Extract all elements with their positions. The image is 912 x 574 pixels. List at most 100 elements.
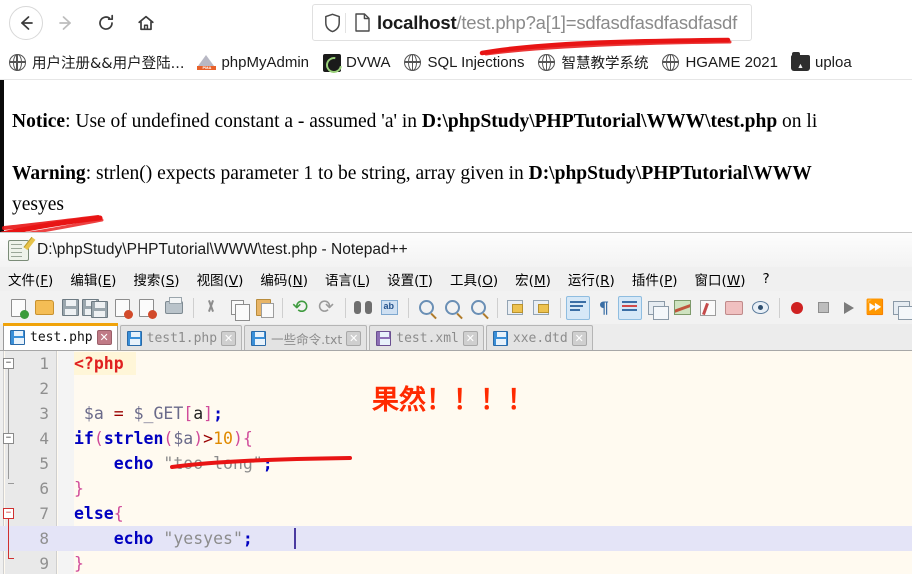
menu-item-encoding[interactable]: 编码(N) <box>260 269 308 289</box>
menu-item-edit[interactable]: 编辑(E) <box>70 269 116 289</box>
notepadpp-toolbar: ⟲ ⟳ ¶ <box>0 291 912 324</box>
zoom-in-icon[interactable] <box>414 296 438 320</box>
save-macro-icon[interactable] <box>889 296 912 320</box>
code-editor[interactable]: 1 2 3 4 5 6 7 8 9 − − − <?php $a = $_GET… <box>0 351 912 574</box>
close-file-icon[interactable] <box>110 296 134 320</box>
toolbar-divider <box>282 297 283 318</box>
menu-item-run[interactable]: 运行(R) <box>568 269 615 289</box>
notice-suffix: on li <box>777 111 818 132</box>
new-file-icon[interactable] <box>6 296 30 320</box>
replace-icon[interactable] <box>377 296 401 320</box>
word-wrap-icon[interactable] <box>566 295 590 320</box>
show-all-chars-icon[interactable]: ¶ <box>592 296 616 320</box>
save-all-icon[interactable] <box>81 296 108 320</box>
phpmyadmin-icon: PMA <box>197 53 217 72</box>
toolbar-divider <box>560 297 561 318</box>
menu-item-search[interactable]: 搜索(S) <box>133 269 179 289</box>
back-button[interactable] <box>9 5 43 40</box>
bookmark-item[interactable]: PMA phpMyAdmin <box>197 50 309 76</box>
editor-tab-test-php[interactable]: test.php ✕ <box>3 323 118 350</box>
bookmark-item[interactable]: 用户注册&&用户登陆... <box>8 50 184 76</box>
tab-close-icon[interactable]: ✕ <box>96 329 112 345</box>
url-path: /test.php?a[1]=sdfasdfasdfasdfasdf <box>456 11 738 33</box>
stop-macro-icon[interactable] <box>811 296 835 320</box>
bookmark-item[interactable]: SQL Injections <box>403 50 524 76</box>
function-list-icon[interactable] <box>696 296 720 320</box>
php-warning-message: Warning: strlen() expects parameter 1 to… <box>12 163 812 185</box>
close-all-icon[interactable] <box>136 296 160 320</box>
page-icon[interactable] <box>352 13 372 32</box>
undo-icon[interactable]: ⟲ <box>288 296 312 320</box>
document-map-icon[interactable] <box>670 296 694 320</box>
notepad-plus-plus-icon <box>8 239 29 261</box>
bookmark-label: HGAME 2021 <box>685 54 778 71</box>
paste-icon[interactable] <box>251 296 275 320</box>
fast-playback-icon[interactable]: ⏩ <box>863 296 887 320</box>
browser-window: localhost/test.php?a[1]=sdfasdfasdfasdfa… <box>0 0 912 238</box>
menu-item-tools[interactable]: 工具(O) <box>450 269 498 289</box>
home-button[interactable] <box>129 6 163 40</box>
page-left-edge <box>0 80 4 232</box>
save-icon[interactable] <box>58 296 82 320</box>
tab-close-icon[interactable]: ✕ <box>346 330 362 346</box>
editor-annotation-text: 果然！！！！ <box>372 385 534 416</box>
record-macro-icon[interactable] <box>785 296 809 320</box>
open-file-icon[interactable] <box>32 296 56 320</box>
reload-button[interactable] <box>89 6 123 40</box>
cut-icon[interactable] <box>199 296 223 320</box>
menu-item-view[interactable]: 视图(V) <box>197 269 244 289</box>
zoom-out-icon[interactable] <box>440 296 464 320</box>
folder-as-workspace-icon[interactable] <box>722 296 746 320</box>
monitor-icon[interactable] <box>748 296 772 320</box>
bookmark-label: 智慧教学系统 <box>561 56 649 72</box>
menu-item-window[interactable]: 窗口(W) <box>695 269 746 289</box>
fold-toggle-line4[interactable]: − <box>3 433 14 444</box>
menu-item-help[interactable]: ? <box>762 271 769 287</box>
warning-text: : strlen() expects parameter 1 to be str… <box>85 163 529 184</box>
menu-item-file[interactable]: 文件(F) <box>8 269 53 289</box>
tab-close-icon[interactable]: ✕ <box>571 330 587 346</box>
bookmark-item[interactable]: uploa <box>791 50 852 76</box>
bookmarks-bar: 用户注册&&用户登陆... PMA phpMyAdmin DVWA SQL In… <box>0 45 912 80</box>
bookmark-item[interactable]: HGAME 2021 <box>661 50 778 76</box>
menu-item-plugins[interactable]: 插件(P) <box>632 269 678 289</box>
text-caret <box>294 528 296 549</box>
menu-item-language[interactable]: 语言(L) <box>325 269 370 289</box>
editor-tab-commands-txt[interactable]: 一些命令.txt ✕ <box>244 325 368 350</box>
tab-label: xxe.dtd <box>512 330 568 346</box>
editor-tab-xxe-dtd[interactable]: xxe.dtd ✕ <box>485 325 593 350</box>
forward-button[interactable] <box>49 6 83 40</box>
editor-tab-test1-php[interactable]: test1.php ✕ <box>119 325 243 350</box>
tab-label: 一些命令.txt <box>271 331 343 347</box>
tab-close-icon[interactable]: ✕ <box>221 330 237 346</box>
address-bar-url[interactable]: localhost/test.php?a[1]=sdfasdfasdfasdfa… <box>377 12 737 34</box>
arrow-left-icon <box>21 15 33 30</box>
zoom-restore-icon[interactable] <box>466 296 490 320</box>
notice-path: D:\phpStudy\PHPTutorial\WWW\test.php <box>421 111 778 132</box>
sync-vertical-icon[interactable] <box>503 296 527 320</box>
sync-horizontal-icon[interactable] <box>529 296 553 320</box>
editor-tab-test-xml[interactable]: test.xml ✕ <box>369 325 484 350</box>
copy-icon[interactable] <box>225 296 250 321</box>
bookmark-item[interactable]: DVWA <box>322 50 390 76</box>
ui-style-icon[interactable] <box>644 296 669 320</box>
globe-icon <box>661 53 680 72</box>
menu-item-macro[interactable]: 宏(M) <box>515 269 551 289</box>
fold-toggle-line1[interactable]: − <box>3 358 14 369</box>
address-bar[interactable]: localhost/test.php?a[1]=sdfasdfasdfasdfa… <box>312 4 752 41</box>
shield-icon[interactable] <box>321 13 343 33</box>
php-output-text: yesyes <box>12 194 64 215</box>
redo-icon[interactable]: ⟳ <box>314 296 338 320</box>
print-icon[interactable] <box>162 296 186 320</box>
tab-close-icon[interactable]: ✕ <box>462 330 478 346</box>
bookmark-item[interactable]: 智慧教学系统 <box>537 50 648 76</box>
menu-item-settings[interactable]: 设置(T) <box>387 269 433 289</box>
code-line-4: if(strlen($a)>10){ <box>74 429 253 448</box>
find-icon[interactable] <box>351 296 375 320</box>
play-macro-icon[interactable] <box>837 296 861 320</box>
indent-guide-icon[interactable] <box>618 295 642 320</box>
fold-toggle-line7[interactable]: − <box>3 508 14 519</box>
bookmark-label: 用户注册&&用户登陆... <box>32 56 185 72</box>
code-line-1: <?php <box>74 354 124 373</box>
globe-icon <box>403 53 422 72</box>
